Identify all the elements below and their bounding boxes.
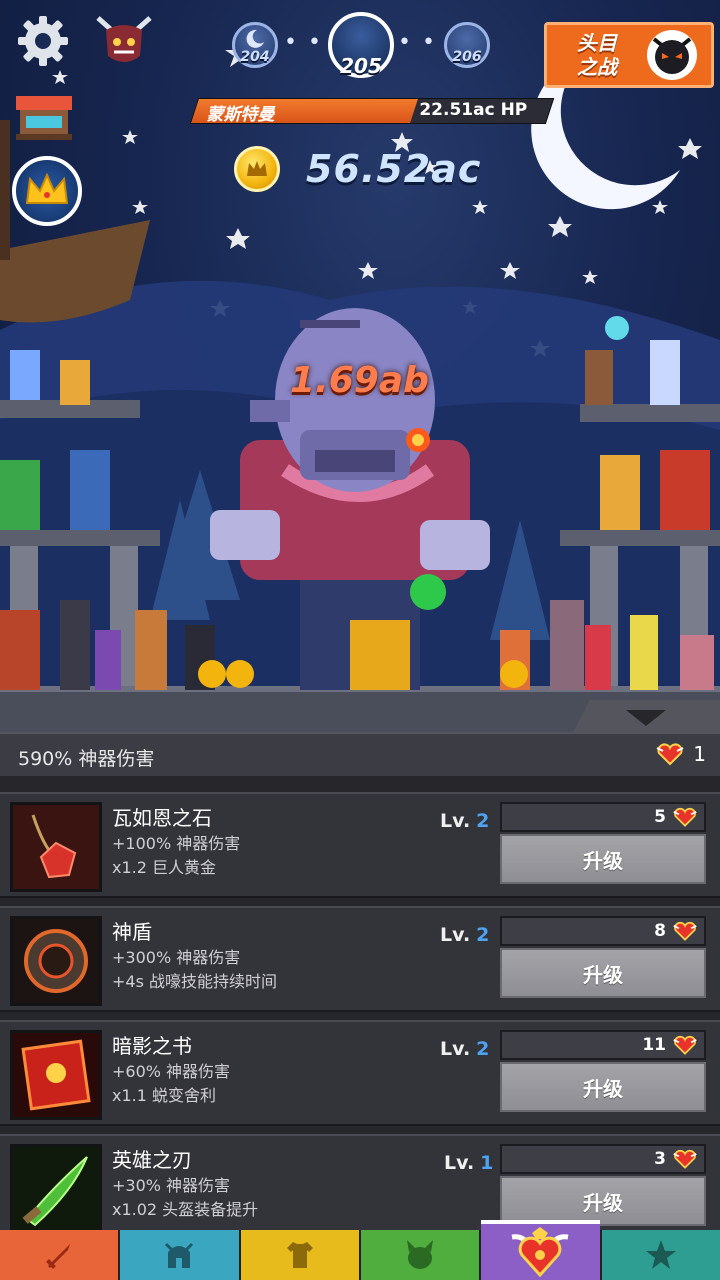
shirt-icon [286, 1242, 313, 1268]
artifact-name: 神盾 [112, 920, 152, 944]
artifact-name: 英雄之刃 [112, 1148, 192, 1172]
tab-skills[interactable] [601, 1230, 720, 1280]
crown-icon[interactable] [12, 156, 82, 226]
tab-artifacts-active [481, 1220, 600, 1280]
tab-sword[interactable] [0, 1230, 121, 1280]
artifact-effect-1: +60% 神器伤害 [112, 1062, 231, 1081]
upgrade-cost-value: 11 [642, 1035, 666, 1055]
upgrade-button[interactable]: 升级 [500, 1176, 706, 1226]
artifact-level: Lv. 2 [440, 1038, 490, 1060]
artifact-effect-2: +4s 战嚎技能持续时间 [112, 972, 278, 991]
pet-icon [407, 1240, 434, 1269]
artifact-name: 瓦如恩之石 [112, 806, 212, 830]
list-item: 英雄之刃 +30% 神器伤害 x1.02 头盔装备提升 Lv. 1 3 升级 [0, 1134, 720, 1230]
game-scene[interactable]: 204 • • • 205 • • • 206 头目 之战 蒙斯特曼 22.51… [0, 0, 720, 732]
moon-icon [246, 29, 264, 48]
upgrade-cost-value: 5 [654, 807, 666, 827]
gold-coin-icon [234, 146, 280, 192]
artifact-level: Lv. 2 [440, 810, 490, 832]
upgrade-cost: 8 [500, 916, 706, 946]
artifact-effect-1: +30% 神器伤害 [112, 1176, 231, 1195]
artifact-shield-icon [10, 916, 102, 1006]
stage-next-number: 206 [452, 49, 482, 65]
artifact-effect-2: x1.2 巨人黄金 [112, 858, 217, 877]
damage-number: 1.69ab [290, 360, 429, 401]
relic-count: 1 [693, 742, 706, 766]
tab-equipment[interactable] [240, 1230, 361, 1280]
artifact-damage-total: 590% 神器伤害 [18, 748, 155, 770]
list-item: 暗影之书 +60% 神器伤害 x1.1 蜕变舍利 Lv. 2 11 升级 [0, 1020, 720, 1126]
stage-current: 205 [328, 12, 394, 78]
collapse-arrow-icon [626, 710, 666, 726]
artifact-list[interactable]: 瓦如恩之石 +100% 神器伤害 x1.2 巨人黄金 Lv. 2 5 升级 神盾 … [0, 776, 720, 1230]
boss-face-icon [647, 30, 697, 80]
upgrade-cost: 11 [500, 1030, 706, 1060]
relic-heart-icon [673, 921, 697, 941]
clan-demon-icon[interactable] [94, 12, 154, 68]
relic-counter: 1 [655, 742, 706, 766]
collapse-panel-tab[interactable] [572, 700, 720, 734]
upgrade-cost: 3 [500, 1144, 706, 1174]
settings-gear-icon[interactable] [14, 12, 72, 70]
artifact-summary-bar: 590% 神器伤害 1 [0, 732, 720, 776]
artifact-level: Lv. 1 [444, 1152, 494, 1174]
relic-heart-icon [673, 1035, 697, 1055]
list-item: 瓦如恩之石 +100% 神器伤害 x1.2 巨人黄金 Lv. 2 5 升级 [0, 792, 720, 898]
bottom-nav [0, 1220, 720, 1280]
upgrade-button[interactable]: 升级 [500, 948, 706, 998]
artifact-effect-2: x1.1 蜕变舍利 [112, 1086, 217, 1105]
tab-heroes[interactable] [120, 1230, 241, 1280]
artifact-name: 暗影之书 [112, 1034, 192, 1058]
stage-next: 206 [444, 22, 490, 68]
upgrade-button[interactable]: 升级 [500, 1062, 706, 1112]
star-icon [645, 1240, 676, 1269]
artifact-heart-icon [512, 1227, 569, 1278]
artifact-effect-2: x1.02 头盔装备提升 [112, 1200, 259, 1219]
upgrade-button[interactable]: 升级 [500, 834, 706, 884]
stage-prev: 204 [232, 22, 278, 68]
boss-name: 蒙斯特曼 [206, 105, 275, 125]
artifact-effect-1: +300% 神器伤害 [112, 948, 241, 967]
relic-heart-icon [656, 743, 684, 766]
tab-artifacts[interactable] [481, 1220, 602, 1280]
boss-hp-bar: 蒙斯特曼 22.51ac HP [189, 98, 555, 125]
gold-amount: 56.52ac [306, 147, 482, 191]
gold-counter: 56.52ac [234, 146, 481, 192]
artifact-level: Lv. 2 [440, 924, 490, 946]
artifact-book-icon [10, 1030, 102, 1120]
boss-hp-text: 22.51ac HP [419, 100, 528, 120]
upgrade-cost-value: 3 [654, 1149, 666, 1169]
artifact-effect-1: +100% 神器伤害 [112, 834, 241, 853]
artifact-blade-icon [10, 1144, 102, 1230]
relic-heart-icon [673, 807, 697, 827]
artifact-stone-icon [10, 802, 102, 892]
upgrade-cost-value: 8 [654, 921, 666, 941]
shop-stall-icon[interactable] [14, 92, 74, 142]
stage-current-number: 205 [340, 54, 382, 78]
stage-prev-number: 204 [240, 49, 270, 65]
relic-heart-icon [673, 1149, 697, 1169]
sword-icon [46, 1244, 71, 1269]
upgrade-cost: 5 [500, 802, 706, 832]
list-item: 神盾 +300% 神器伤害 +4s 战嚎技能持续时间 Lv. 2 8 升级 [0, 906, 720, 1012]
fight-boss-label: 头目 之战 [577, 31, 617, 79]
fight-boss-button[interactable]: 头目 之战 [544, 22, 714, 88]
helmet-icon [165, 1242, 194, 1268]
tab-pets[interactable] [360, 1230, 482, 1280]
